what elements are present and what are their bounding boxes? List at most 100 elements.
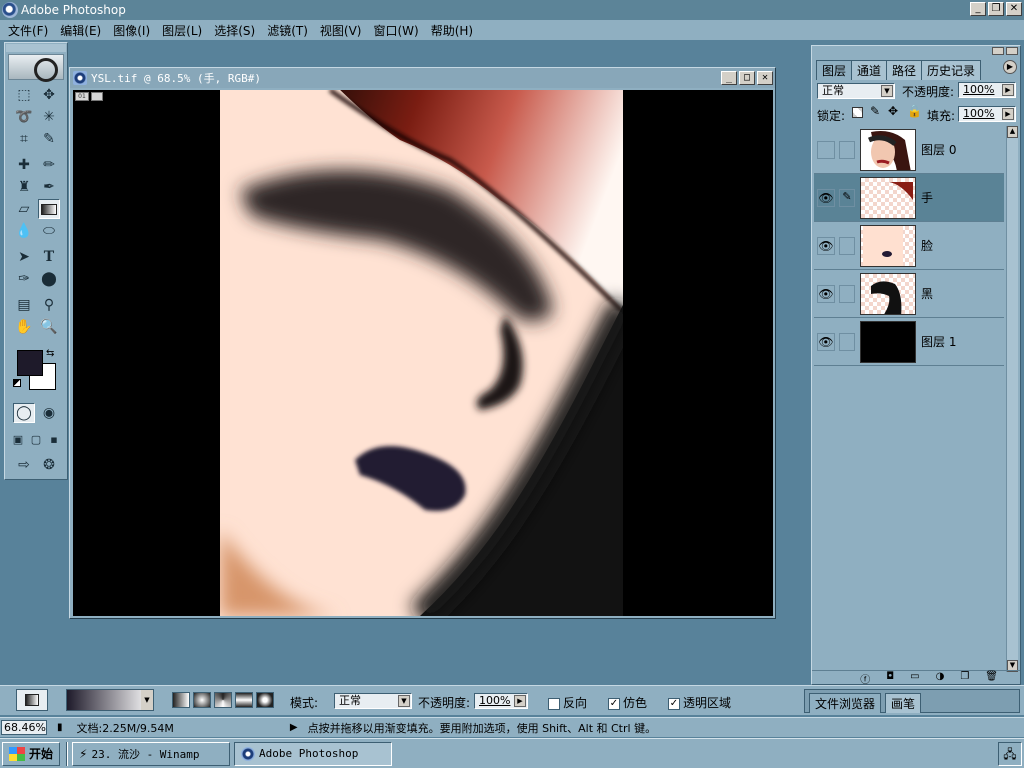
blur-tool-icon[interactable]: 💧 [13, 221, 35, 241]
menu-filter[interactable]: 滤镜(T) [261, 22, 314, 39]
default-colors-icon[interactable] [13, 379, 21, 387]
clone-stamp-tool-icon[interactable]: ♜ [13, 177, 35, 197]
minimize-button[interactable]: _ [970, 2, 986, 16]
layer-mask-icon[interactable]: ◘ [886, 671, 894, 684]
layer-row-4[interactable]: 👁 图层 1 [814, 318, 1004, 366]
menu-window[interactable]: 窗口(W) [367, 22, 424, 39]
standard-mode-icon[interactable]: ◯ [13, 403, 35, 423]
jump-to-imageready-icon[interactable]: ⇨ [13, 455, 35, 475]
reflected-gradient-icon[interactable] [235, 692, 253, 708]
radial-gradient-icon[interactable] [193, 692, 211, 708]
foreground-color-swatch[interactable] [17, 350, 43, 376]
layer-row-1[interactable]: 👁 ✎ 手 [814, 174, 1004, 222]
screen-mode-full-menu-icon[interactable]: ▢ [27, 429, 45, 449]
layer-row-2[interactable]: 👁 脸 [814, 222, 1004, 270]
restore-button[interactable]: ❐ [988, 2, 1004, 16]
pen-tool-icon[interactable]: ✑ [13, 269, 35, 289]
tab-history[interactable]: 历史记录 [921, 60, 982, 80]
tab-channels[interactable]: 通道 [851, 60, 888, 80]
marquee-tool-icon[interactable]: ⬚ [13, 85, 35, 105]
lock-transparency-icon[interactable] [852, 107, 863, 118]
lock-all-icon[interactable]: 🔒 [907, 104, 922, 118]
hand-tool-icon[interactable]: ✋ [13, 317, 35, 337]
network-tray-icon[interactable]: 🖧 [998, 742, 1022, 766]
magic-wand-tool-icon[interactable]: ✳ [38, 107, 60, 127]
close-button[interactable]: ✕ [1006, 2, 1022, 16]
notes-tool-icon[interactable]: ▤ [13, 295, 35, 315]
menu-view[interactable]: 视图(V) [314, 22, 368, 39]
lock-position-icon[interactable]: ✥ [888, 104, 898, 118]
linear-gradient-icon[interactable] [172, 692, 190, 708]
slice-tool-icon[interactable]: ✎ [38, 129, 60, 149]
visibility-toggle[interactable] [817, 140, 835, 159]
imageready-icon[interactable]: ❂ [38, 455, 60, 475]
doc-minimize-button[interactable]: _ [721, 71, 737, 85]
tool-opacity-input[interactable]: 100% ▶ [474, 693, 528, 709]
layer-row-0[interactable]: 图层 0 [814, 126, 1004, 174]
screen-mode-standard-icon[interactable]: ▣ [9, 429, 27, 449]
image-canvas[interactable]: 01 [73, 90, 773, 616]
healing-brush-tool-icon[interactable]: ✚ [13, 155, 35, 175]
brush-tool-icon[interactable]: ✏ [38, 155, 60, 175]
lock-image-icon[interactable]: ✎ [870, 104, 880, 118]
screen-mode-full-icon[interactable]: ▪ [45, 429, 63, 449]
tab-paths[interactable]: 路径 [886, 60, 923, 80]
tab-brushes[interactable]: 画笔 [885, 693, 922, 713]
eraser-tool-icon[interactable]: ▱ [13, 199, 35, 219]
brush-edit-icon[interactable]: ✎ [839, 188, 855, 207]
artwork[interactable] [220, 90, 623, 616]
status-menu-arrow-icon[interactable]: ▶ [290, 722, 298, 733]
start-button[interactable]: 开始 [2, 741, 61, 766]
history-brush-tool-icon[interactable]: ✒ [38, 177, 60, 197]
link-toggle[interactable] [839, 284, 855, 303]
eye-icon[interactable]: 👁 [817, 236, 835, 255]
delete-layer-icon[interactable]: 🗑 [985, 671, 998, 684]
reverse-checkbox[interactable] [548, 697, 560, 710]
menu-image[interactable]: 图像(I) [107, 22, 156, 39]
toolbox-drag-bar[interactable] [6, 44, 66, 52]
palette-menu-icon[interactable]: ▶ [1003, 60, 1017, 74]
link-toggle[interactable] [839, 140, 855, 159]
taskbar-item-winamp[interactable]: ⚡ 23. 流沙 - Winamp [72, 741, 231, 766]
diamond-gradient-icon[interactable] [256, 692, 274, 708]
menu-edit[interactable]: 编辑(E) [54, 22, 107, 39]
move-tool-icon[interactable]: ✥ [38, 85, 60, 105]
transparency-option[interactable]: ✓ 透明区域 [668, 694, 731, 711]
path-select-tool-icon[interactable]: ➤ [13, 247, 35, 267]
new-layer-icon[interactable]: ❐ [960, 671, 969, 684]
doc-close-button[interactable]: ✕ [757, 71, 773, 85]
eye-icon[interactable]: 👁 [817, 284, 835, 303]
tab-layers[interactable]: 图层 [816, 60, 853, 80]
link-toggle[interactable] [839, 236, 855, 255]
blend-mode-select[interactable]: 正常 ▼ [817, 83, 895, 99]
adjustment-layer-icon[interactable]: ◑ [936, 671, 945, 684]
menu-layer[interactable]: 图层(L) [156, 22, 208, 39]
quick-mask-mode-icon[interactable]: ◉ [38, 403, 60, 423]
scroll-up-icon[interactable]: ▲ [1007, 126, 1018, 138]
zoom-tool-icon[interactable]: 🔍 [38, 317, 60, 337]
lasso-tool-icon[interactable]: ➰ [13, 107, 35, 127]
eye-icon[interactable]: 👁 [817, 188, 835, 207]
menu-file[interactable]: 文件(F) [2, 22, 54, 39]
layer-row-3[interactable]: 👁 黑 [814, 270, 1004, 318]
menu-help[interactable]: 帮助(H) [425, 22, 479, 39]
reverse-option[interactable]: 反向 [548, 694, 587, 711]
photoshop-eye-logo[interactable] [8, 54, 64, 82]
opacity-input[interactable]: 100% ▶ [958, 82, 1016, 98]
swap-colors-icon[interactable]: ⇆ [46, 348, 54, 359]
eyedropper-tool-icon[interactable]: ⚲ [38, 295, 60, 315]
palette-close-button[interactable] [1006, 47, 1018, 55]
link-toggle[interactable] [839, 332, 855, 351]
taskbar-item-photoshop[interactable]: Adobe Photoshop [234, 741, 393, 766]
angle-gradient-icon[interactable] [214, 692, 232, 708]
layers-scrollbar[interactable]: ▲ ▼ [1006, 126, 1018, 672]
transparency-checkbox[interactable]: ✓ [668, 697, 680, 710]
mode-select[interactable]: 正常 ▼ [334, 693, 412, 709]
dither-option[interactable]: ✓ 仿色 [608, 694, 647, 711]
fill-input[interactable]: 100% ▶ [958, 106, 1016, 122]
menu-select[interactable]: 选择(S) [208, 22, 261, 39]
ellipse-shape-tool-icon[interactable]: ⬤ [38, 269, 60, 289]
new-group-icon[interactable]: ▭ [910, 671, 919, 684]
dodge-tool-icon[interactable]: ⬭ [38, 221, 60, 241]
gradient-tool-icon[interactable] [38, 199, 60, 219]
